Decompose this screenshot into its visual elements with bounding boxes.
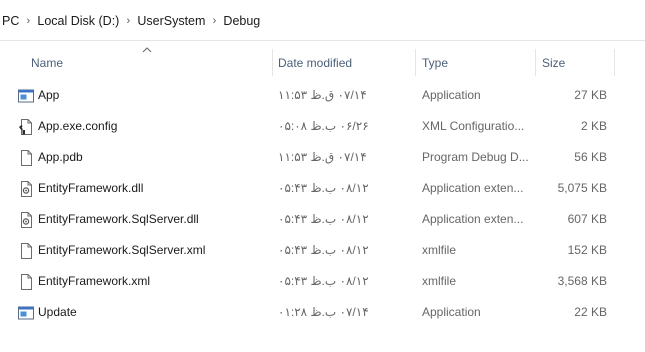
column-header-size[interactable]: Size xyxy=(542,56,565,70)
file-type: Application xyxy=(422,88,481,102)
application-icon xyxy=(18,89,34,103)
blank-file-icon xyxy=(21,243,32,259)
file-size: 607 KB xyxy=(567,212,607,226)
file-type: Application exten... xyxy=(422,212,524,226)
file-type: Application xyxy=(422,305,481,319)
chevron-right-icon[interactable]: › xyxy=(21,15,35,27)
file-name: App.pdb xyxy=(38,150,83,164)
file-size: 22 KB xyxy=(574,305,607,319)
file-date-modified: ۰۸/۱۲ ب.ظ ۰۵:۴۳ xyxy=(278,181,369,195)
file-name: EntityFramework.SqlServer.xml xyxy=(38,243,206,257)
chevron-right-icon[interactable]: › xyxy=(121,15,135,27)
sort-ascending-icon xyxy=(142,47,152,53)
file-row[interactable]: App.pdb ۰۷/۱۴ ق.ظ ۱۱:۵۳ Program Debug D.… xyxy=(0,142,645,173)
file-size: 152 KB xyxy=(567,243,607,257)
column-header-type[interactable]: Type xyxy=(422,56,448,70)
file-type: Application exten... xyxy=(422,181,524,195)
file-date-modified: ۰۸/۱۲ ب.ظ ۰۵:۴۳ xyxy=(278,243,369,257)
column-divider[interactable] xyxy=(535,49,536,76)
file-size: 3,568 KB xyxy=(557,274,607,288)
file-name: App xyxy=(38,88,60,102)
file-row[interactable]: App ۰۷/۱۴ ق.ظ ۱۱:۵۳ Application 27 KB xyxy=(0,80,645,111)
blank-file-icon xyxy=(21,150,32,166)
breadcrumb: PC › Local Disk (D:) › UserSystem › Debu… xyxy=(0,13,262,29)
file-date-modified: ۰۷/۱۴ ق.ظ ۱۱:۵۳ xyxy=(278,150,367,164)
blank-file-icon xyxy=(21,274,32,290)
column-header-date-modified[interactable]: Date modified xyxy=(278,56,352,70)
file-date-modified: ۰۸/۱۲ ب.ظ ۰۵:۴۳ xyxy=(278,274,369,288)
breadcrumb-item-usersystem[interactable]: UserSystem xyxy=(135,14,207,28)
file-name: EntityFramework.dll xyxy=(38,181,144,195)
file-date-modified: ۰۸/۱۲ ب.ظ ۰۵:۴۳ xyxy=(278,212,369,226)
config-file-icon xyxy=(19,119,32,135)
column-header-name[interactable]: Name xyxy=(31,56,63,70)
file-row[interactable]: EntityFramework.SqlServer.xml ۰۸/۱۲ ب.ظ … xyxy=(0,235,645,266)
column-divider[interactable] xyxy=(614,49,615,76)
address-bar[interactable]: PC › Local Disk (D:) › UserSystem › Debu… xyxy=(0,0,645,41)
application-icon xyxy=(18,306,34,320)
file-row[interactable]: EntityFramework.dll ۰۸/۱۲ ب.ظ ۰۵:۴۳ Appl… xyxy=(0,173,645,204)
file-name: App.exe.config xyxy=(38,119,118,133)
file-size: 56 KB xyxy=(574,150,607,164)
file-name: Update xyxy=(38,305,77,319)
file-date-modified: ۰۶/۲۶ ب.ظ ۰۵:۰۸ xyxy=(278,119,369,133)
file-row[interactable]: Update ۰۷/۱۴ ب.ظ ۰۱:۲۸ Application 22 KB xyxy=(0,297,645,328)
dll-file-icon xyxy=(21,212,32,228)
file-type: xmlfile xyxy=(422,243,457,257)
file-row[interactable]: App.exe.config ۰۶/۲۶ ب.ظ ۰۵:۰۸ XML Confi… xyxy=(0,111,645,142)
file-date-modified: ۰۷/۱۴ ب.ظ ۰۱:۲۸ xyxy=(278,305,369,319)
column-divider[interactable] xyxy=(415,49,416,76)
file-name: EntityFramework.SqlServer.dll xyxy=(38,212,199,226)
column-divider[interactable] xyxy=(272,49,273,76)
file-type: Program Debug D... xyxy=(422,150,529,164)
file-row[interactable]: EntityFramework.xml ۰۸/۱۲ ب.ظ ۰۵:۴۳ xmlf… xyxy=(0,266,645,297)
file-type: XML Configuratio... xyxy=(422,119,525,133)
dll-file-icon xyxy=(21,181,32,197)
chevron-right-icon[interactable]: › xyxy=(207,15,221,27)
breadcrumb-item-pc[interactable]: PC xyxy=(0,14,21,28)
file-type: xmlfile xyxy=(422,274,457,288)
file-size: 5,075 KB xyxy=(557,181,607,195)
file-date-modified: ۰۷/۱۴ ق.ظ ۱۱:۵۳ xyxy=(278,88,367,102)
breadcrumb-item-debug[interactable]: Debug xyxy=(221,14,262,28)
file-size: 27 KB xyxy=(574,88,607,102)
file-size: 2 KB xyxy=(580,119,607,133)
file-name: EntityFramework.xml xyxy=(38,274,151,288)
breadcrumb-item-local-disk[interactable]: Local Disk (D:) xyxy=(35,14,121,28)
file-row[interactable]: EntityFramework.SqlServer.dll ۰۸/۱۲ ب.ظ … xyxy=(0,204,645,235)
